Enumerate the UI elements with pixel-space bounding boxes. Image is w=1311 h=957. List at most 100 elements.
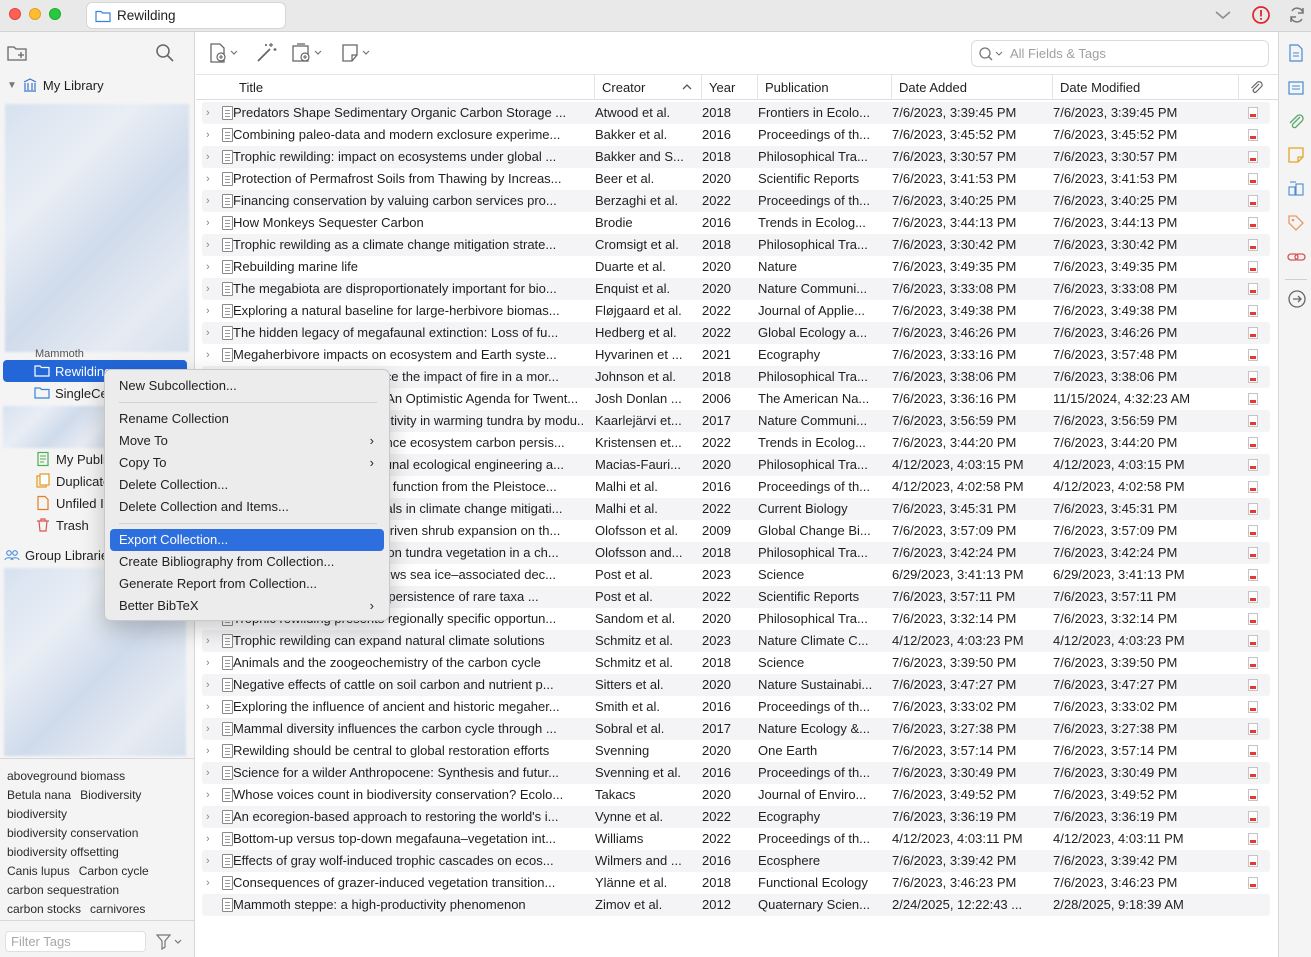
filter-icon[interactable] [156,934,184,950]
pdf-icon[interactable] [1248,767,1258,779]
tag-icon[interactable] [1287,214,1305,232]
tag-filter-input[interactable] [5,931,146,952]
tag[interactable]: biodiversity conservation [7,826,138,840]
search-input[interactable] [1010,46,1260,61]
tag[interactable]: Betula nana [7,788,71,802]
menu-item-rename-collection[interactable]: Rename Collection [110,408,384,430]
pdf-icon[interactable] [1248,877,1258,889]
table-row[interactable]: › Combining paleo-data and modern exclosu… [202,124,1270,146]
notes-icon[interactable] [1287,146,1305,164]
search-icon[interactable] [155,43,175,63]
locate-icon[interactable] [1287,289,1307,309]
column-header-date-added[interactable]: Date Added [891,75,1052,100]
minimize-window-button[interactable] [29,8,41,20]
add-attachment-icon[interactable] [290,42,326,64]
table-row[interactable]: › An ecoregion-based approach to restorin… [202,806,1270,828]
expand-chevron-icon[interactable]: › [206,718,210,740]
expand-chevron-icon[interactable]: › [206,344,210,366]
table-row[interactable]: › Rebuilding marine life Duarte et al. 2020… [202,256,1270,278]
expand-chevron-icon[interactable]: › [206,652,210,674]
pdf-icon[interactable] [1248,393,1258,405]
table-row[interactable]: › Trophic rewilding can expand natural cl… [202,630,1270,652]
table-row[interactable]: › Predators Shape Sedimentary Organic Car… [202,102,1270,124]
menu-item-move-to[interactable]: Move To › [110,430,384,452]
tag[interactable]: Canis lupus [7,864,70,878]
menu-item-copy-to[interactable]: Copy To › [110,452,384,474]
table-row[interactable]: › The megabiota are disproportionately im… [202,278,1270,300]
tag[interactable]: carnivores [90,902,145,916]
pdf-icon[interactable] [1248,481,1258,493]
expand-chevron-icon[interactable]: › [206,322,210,344]
related-icon[interactable] [1287,248,1307,266]
pdf-icon[interactable] [1248,613,1258,625]
table-row[interactable]: › Exploring the influence of ancient and … [202,696,1270,718]
column-header-title[interactable]: Title [232,75,594,100]
tag[interactable]: carbon sequestration [7,883,119,897]
pdf-icon[interactable] [1248,723,1258,735]
new-item-icon[interactable] [208,42,242,64]
table-row[interactable]: › Rewilding should be central to global r… [202,740,1270,762]
table-row[interactable]: › Effects of gray wolf-induced trophic ca… [202,850,1270,872]
tree-item-mammoth[interactable]: Mammoth [0,349,195,359]
tree-item-my-library[interactable]: ▼ My Library [0,74,195,96]
pdf-icon[interactable] [1248,349,1258,361]
table-row[interactable]: › Whose voices count in biodiversity cons… [202,784,1270,806]
pdf-icon[interactable] [1248,701,1258,713]
table-row[interactable]: › Consequences of grazer-induced vegetati… [202,872,1270,894]
expand-chevron-icon[interactable]: › [206,234,210,256]
table-row[interactable]: › Trophic rewilding as a climate change m… [202,234,1270,256]
pdf-icon[interactable] [1248,459,1258,471]
tag[interactable]: carbon stocks [7,902,81,916]
expand-chevron-icon[interactable]: › [206,674,210,696]
pdf-icon[interactable] [1248,679,1258,691]
pdf-icon[interactable] [1248,239,1258,251]
expand-chevron-icon[interactable]: › [206,850,210,872]
tag[interactable]: aboveground biomass [7,769,125,783]
tag[interactable]: biodiversity offsetting [7,845,119,859]
table-row[interactable]: › Mammal diversity influences the carbon … [202,718,1270,740]
chevron-down-icon[interactable] [1214,9,1232,21]
expand-chevron-icon[interactable]: › [206,784,210,806]
pdf-icon[interactable] [1248,283,1258,295]
expand-chevron-icon[interactable]: › [206,256,210,278]
expand-chevron-icon[interactable]: › [206,168,210,190]
alert-icon[interactable] [1251,5,1271,25]
new-note-icon[interactable] [340,42,374,64]
pdf-icon[interactable] [1248,657,1258,669]
menu-item-export-collection[interactable]: Export Collection... [110,529,384,551]
magic-wand-icon[interactable] [254,41,278,65]
pdf-icon[interactable] [1248,547,1258,559]
pdf-icon[interactable] [1248,525,1258,537]
collection-tab[interactable]: Rewilding [86,2,286,29]
expand-chevron-icon[interactable]: › [206,872,210,894]
close-window-button[interactable] [9,8,21,20]
table-row[interactable]: › Science for a wilder Anthropocene: Synt… [202,762,1270,784]
pdf-icon[interactable] [1248,833,1258,845]
table-row[interactable]: › Trophic rewilding: impact on ecosystems… [202,146,1270,168]
table-row[interactable]: › Bottom-up versus top-down megafauna–veg… [202,828,1270,850]
pdf-icon[interactable] [1248,855,1258,867]
search-icon[interactable] [978,46,1004,62]
menu-item-delete-collection-and-items[interactable]: Delete Collection and Items... [110,496,384,518]
table-row[interactable]: › Animals and the zoogeochemistry of the … [202,652,1270,674]
pdf-icon[interactable] [1248,811,1258,823]
expand-chevron-icon[interactable]: › [206,630,210,652]
expand-chevron-icon[interactable]: › [206,828,210,850]
expand-chevron-icon[interactable]: › [206,212,210,234]
sync-icon[interactable] [1287,5,1307,25]
menu-item-delete-collection[interactable]: Delete Collection... [110,474,384,496]
column-header-publication[interactable]: Publication [757,75,891,100]
column-header-date-modified[interactable]: Date Modified [1052,75,1238,100]
pdf-icon[interactable] [1248,195,1258,207]
pdf-icon[interactable] [1248,129,1258,141]
pdf-icon[interactable] [1248,217,1258,229]
menu-item-better-bibtex[interactable]: Better BibTeX › [110,595,384,617]
abstract-icon[interactable] [1287,79,1305,97]
menu-item-new-subcollection[interactable]: New Subcollection... [110,375,384,397]
menu-item-generate-report[interactable]: Generate Report from Collection... [110,573,384,595]
expand-chevron-icon[interactable]: › [206,190,210,212]
expand-chevron-icon[interactable]: › [206,696,210,718]
tag[interactable]: Carbon cycle [79,864,149,878]
expand-chevron-icon[interactable]: › [206,740,210,762]
tag[interactable]: biodiversity [7,807,67,821]
